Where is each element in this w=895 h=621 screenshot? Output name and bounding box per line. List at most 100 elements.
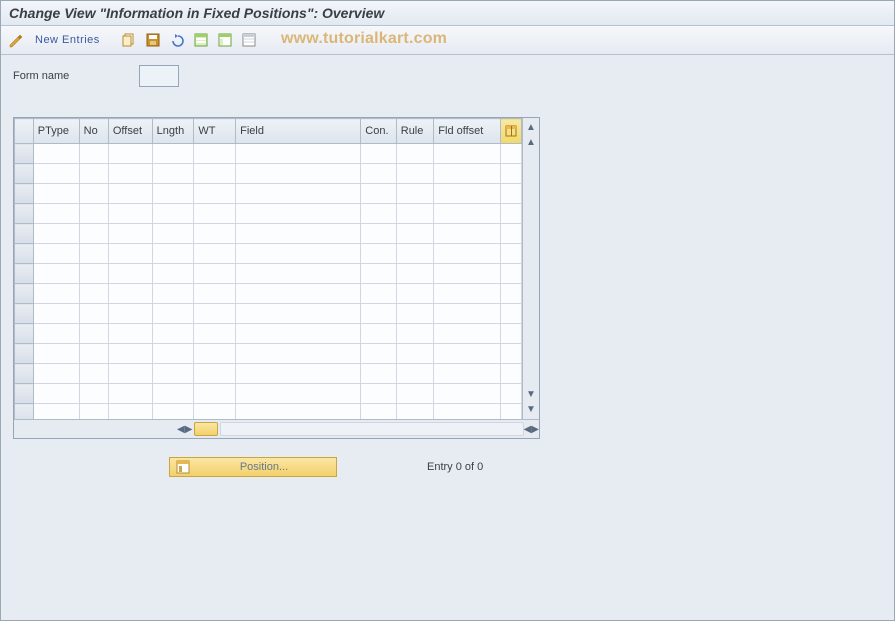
cell[interactable] — [236, 184, 361, 204]
cell[interactable] — [434, 344, 501, 364]
cell[interactable] — [361, 264, 396, 284]
scroll-right-inner-icon[interactable]: ▶ — [185, 424, 193, 435]
cell[interactable] — [194, 304, 236, 324]
cell[interactable] — [79, 344, 108, 364]
col-fldoffset[interactable]: Fld offset — [434, 119, 501, 144]
cell[interactable] — [194, 204, 236, 224]
cell[interactable] — [33, 144, 79, 164]
col-no[interactable]: No — [79, 119, 108, 144]
table-row[interactable] — [15, 284, 522, 304]
col-lngth[interactable]: Lngth — [152, 119, 194, 144]
cell[interactable] — [152, 204, 194, 224]
table-row[interactable] — [15, 144, 522, 164]
col-wt[interactable]: WT — [194, 119, 236, 144]
row-selector[interactable] — [15, 184, 34, 204]
scroll-right-icon[interactable]: ▶ — [531, 424, 539, 435]
col-con[interactable]: Con. — [361, 119, 396, 144]
vertical-scrollbar[interactable]: ▲ ▲ ▼ ▼ — [522, 118, 539, 419]
cell[interactable] — [152, 164, 194, 184]
cell[interactable] — [152, 344, 194, 364]
row-selector[interactable] — [15, 204, 34, 224]
cell[interactable] — [434, 304, 501, 324]
cell[interactable] — [194, 144, 236, 164]
cell[interactable] — [361, 304, 396, 324]
cell[interactable] — [152, 304, 194, 324]
cell[interactable] — [33, 384, 79, 404]
cell[interactable] — [236, 344, 361, 364]
cell[interactable] — [33, 364, 79, 384]
scroll-thumb[interactable] — [194, 422, 218, 436]
cell[interactable] — [194, 184, 236, 204]
cell[interactable] — [501, 144, 522, 164]
cell[interactable] — [501, 184, 522, 204]
cell[interactable] — [152, 284, 194, 304]
cell[interactable] — [108, 344, 152, 364]
cell[interactable] — [108, 304, 152, 324]
cell[interactable] — [396, 244, 434, 264]
cell[interactable] — [33, 344, 79, 364]
cell[interactable] — [434, 324, 501, 344]
scroll-up-icon[interactable]: ▲ — [524, 120, 539, 135]
table-row[interactable] — [15, 224, 522, 244]
cell[interactable] — [194, 264, 236, 284]
cell[interactable] — [501, 224, 522, 244]
cell[interactable] — [236, 364, 361, 384]
cell[interactable] — [194, 284, 236, 304]
cell[interactable] — [501, 244, 522, 264]
cell[interactable] — [396, 364, 434, 384]
cell[interactable] — [236, 244, 361, 264]
cell[interactable] — [361, 184, 396, 204]
col-rule[interactable]: Rule — [396, 119, 434, 144]
cell[interactable] — [361, 164, 396, 184]
select-block-icon[interactable] — [216, 31, 234, 49]
cell[interactable] — [396, 184, 434, 204]
cell[interactable] — [236, 224, 361, 244]
scroll-track[interactable] — [220, 422, 523, 436]
cell[interactable] — [434, 184, 501, 204]
grid-body[interactable]: PType No Offset Lngth WT Field Con. Rule… — [14, 118, 522, 419]
cell[interactable] — [194, 164, 236, 184]
table-row[interactable] — [15, 244, 522, 264]
cell[interactable] — [33, 264, 79, 284]
cell[interactable] — [79, 144, 108, 164]
row-selector[interactable] — [15, 224, 34, 244]
scroll-down-icon-2[interactable]: ▼ — [524, 387, 539, 402]
cell[interactable] — [361, 364, 396, 384]
cell[interactable] — [108, 324, 152, 344]
cell[interactable] — [108, 184, 152, 204]
cell[interactable] — [361, 144, 396, 164]
cell[interactable] — [194, 404, 236, 420]
cell[interactable] — [108, 284, 152, 304]
row-selector[interactable] — [15, 264, 34, 284]
cell[interactable] — [501, 344, 522, 364]
cell[interactable] — [434, 284, 501, 304]
col-field[interactable]: Field — [236, 119, 361, 144]
cell[interactable] — [33, 324, 79, 344]
cell[interactable] — [33, 284, 79, 304]
cell[interactable] — [396, 264, 434, 284]
cell[interactable] — [434, 244, 501, 264]
cell[interactable] — [33, 304, 79, 324]
cell[interactable] — [361, 324, 396, 344]
cell[interactable] — [396, 284, 434, 304]
table-row[interactable] — [15, 344, 522, 364]
cell[interactable] — [434, 164, 501, 184]
cell[interactable] — [501, 304, 522, 324]
cell[interactable] — [194, 364, 236, 384]
cell[interactable] — [33, 244, 79, 264]
row-selector[interactable] — [15, 364, 34, 384]
cell[interactable] — [236, 144, 361, 164]
cell[interactable] — [236, 264, 361, 284]
cell[interactable] — [152, 404, 194, 420]
cell[interactable] — [501, 164, 522, 184]
cell[interactable] — [152, 324, 194, 344]
cell[interactable] — [361, 344, 396, 364]
cell[interactable] — [236, 204, 361, 224]
cell[interactable] — [79, 324, 108, 344]
cell[interactable] — [236, 284, 361, 304]
cell[interactable] — [361, 244, 396, 264]
select-all-icon[interactable] — [192, 31, 210, 49]
deselect-all-icon[interactable] — [240, 31, 258, 49]
toggle-display-change-icon[interactable] — [7, 31, 25, 49]
cell[interactable] — [361, 384, 396, 404]
